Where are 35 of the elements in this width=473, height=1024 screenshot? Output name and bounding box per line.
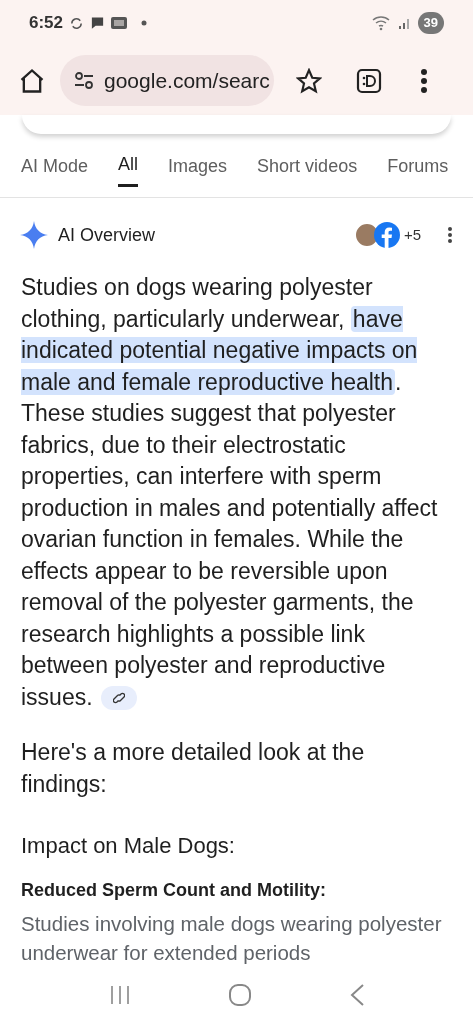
address-bar[interactable]: google.com/searc	[60, 55, 274, 106]
more-options-icon[interactable]	[447, 226, 453, 244]
chat-icon	[90, 16, 106, 30]
tab-switcher-icon[interactable]	[356, 67, 382, 94]
search-tab[interactable]: Images	[168, 151, 228, 181]
back-icon[interactable]	[348, 983, 365, 1007]
home-icon[interactable]	[18, 66, 46, 95]
overview-paragraph: Studies on dogs wearing polyester clothing, particularly underwear, have indicated potential negative impacts on male and female reproductive health. These studies suggest that polyester fabrics, due to their electrostatic properties, can interfere with sperm production in males and potentially affect ovarian function in females. While the effects appear to be reversible upon removal of the polyester garments, the research highlights a possible link between polyester and reproductive issues.	[21, 273, 439, 713]
battery-indicator: 39	[417, 12, 444, 34]
recent-apps-icon[interactable]	[108, 985, 131, 1005]
sync-icon	[69, 15, 85, 31]
ai-overview-title: AI Overview	[58, 223, 156, 247]
status-time: 6:52	[29, 12, 64, 35]
source-link-button[interactable]	[100, 686, 137, 711]
body-paragraph: Studies involving male dogs wearing polyester underwear for extended periods	[21, 911, 443, 966]
search-tab[interactable]: All	[118, 151, 139, 187]
sources-count[interactable]: +5	[403, 223, 421, 247]
subsection-heading: Reduced Sperm Count and Motility:	[21, 879, 327, 902]
signal-icon	[397, 16, 412, 30]
link-icon	[112, 692, 125, 705]
dot-icon	[141, 20, 148, 26]
notification-icon	[111, 17, 128, 29]
search-tab[interactable]: AI Mode	[21, 151, 89, 181]
search-tab[interactable]: Forums	[387, 151, 449, 181]
body-paragraph: Here's a more detailed look at the findings:	[21, 738, 366, 799]
wifi-icon	[371, 15, 392, 31]
search-tab[interactable]: Short videos	[257, 151, 358, 181]
site-settings-icon[interactable]	[74, 71, 94, 90]
facebook-icon[interactable]	[373, 222, 400, 248]
home-button-icon[interactable]	[227, 983, 252, 1007]
url-text: google.com/searc	[104, 67, 270, 94]
menu-icon[interactable]	[420, 67, 428, 94]
section-heading: Impact on Male Dogs:	[21, 832, 236, 860]
star-icon[interactable]	[296, 67, 322, 94]
sparkle-icon	[20, 221, 48, 249]
